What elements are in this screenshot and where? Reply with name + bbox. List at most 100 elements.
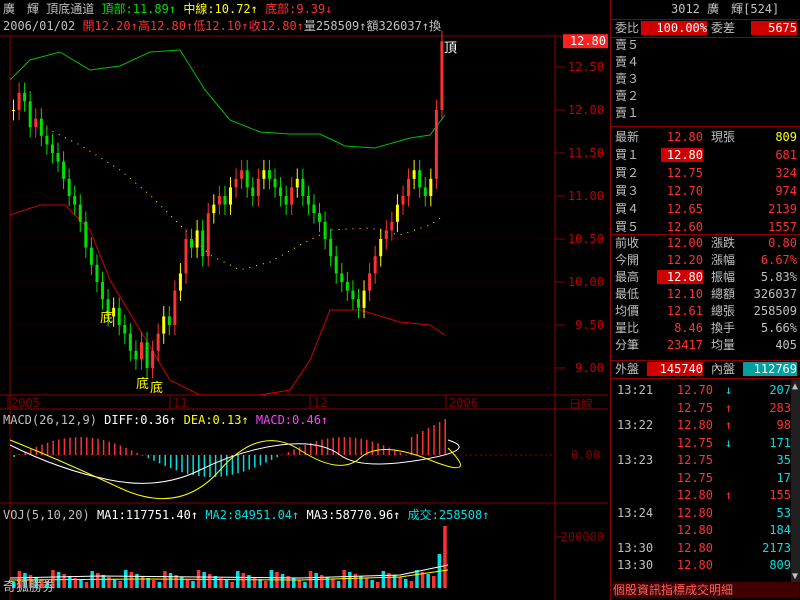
volume-bar (336, 581, 341, 588)
tick-volume: 2173 (762, 540, 791, 555)
candle-body (418, 170, 422, 188)
stock-code-name[interactable]: 3012 廣 輝[524] (671, 2, 779, 16)
candle-body (340, 273, 344, 282)
candle-body (251, 187, 255, 196)
macd-diff: DIFF:0.36↑ (104, 413, 177, 427)
volume-bar (404, 579, 408, 588)
tick-price: 12.80 (676, 418, 713, 432)
stat-value: 0.80 (768, 236, 797, 250)
volume-bar (252, 577, 257, 588)
sell-level-label: 賣４ (615, 55, 640, 69)
volume-bar (213, 576, 218, 588)
buy-level-label: 買５ (615, 220, 640, 234)
stat-label: 漲幅 (711, 253, 736, 267)
sell-level-label: 賣５ (615, 38, 640, 52)
divider (611, 234, 800, 235)
current-volume-label: 現張 (711, 130, 736, 144)
stat-value: 12.00 (666, 236, 703, 250)
candle-body (128, 333, 132, 351)
tick-time: 13:30 (617, 558, 654, 572)
candle-body (84, 221, 88, 248)
weicha-value: 5675 (751, 21, 797, 35)
stat-value: 23417 (666, 338, 703, 352)
weibi-value: 100.00% (641, 21, 707, 35)
tick-direction-icon: ↑ (725, 418, 733, 432)
volume-bar (247, 575, 251, 588)
buy-level-label: 買２ (615, 166, 640, 180)
top-line-label: 頂部:11.89↑ (101, 2, 177, 16)
candle-body (184, 239, 188, 274)
scroll-up-icon[interactable]: ▲ (792, 380, 798, 394)
candle-body (50, 144, 54, 153)
candle-body (39, 118, 43, 136)
vol-ma3: MA3:58770.96↑ (306, 508, 401, 522)
candle-body (295, 178, 299, 188)
volume-bar (96, 573, 100, 588)
stat-label: 最低 (615, 287, 640, 301)
candle-body (139, 342, 143, 360)
candle-body (23, 92, 27, 102)
volume-bar (112, 579, 117, 588)
candle-body (56, 153, 60, 162)
candle-body (201, 230, 205, 257)
stock-terminal: 12.50 12.00 11.50 11.00 10.50 10.00 9.50 9.00 12… (0, 0, 800, 600)
volume-bar (101, 575, 106, 588)
macd-header: MACD(26,12,9) DIFF:0.36↑ DEA:0.13↑ MACD:… (3, 413, 328, 427)
candle-body (440, 41, 444, 111)
channel-top-line (9, 49, 446, 149)
candle-body (373, 256, 377, 274)
volume-bar (264, 581, 268, 588)
price-tick-label: 9.50 (575, 318, 604, 332)
candle-body (306, 196, 310, 205)
stat-label: 前收 (615, 236, 640, 250)
sell-level-label: 賣２ (615, 89, 640, 103)
stat-value: 12.10 (666, 287, 703, 301)
volume-bar (297, 580, 302, 588)
tick-time: 13:23 (617, 453, 654, 467)
weibi-label: 委比 (615, 21, 640, 35)
stat-label: 均價 (615, 304, 640, 318)
candle-body (173, 290, 177, 325)
candle-body (312, 204, 316, 214)
last-price-value: 12.80 (666, 130, 703, 144)
inner-volume-value: 112769 (743, 362, 797, 376)
candle-body (123, 325, 127, 334)
volume-bar (370, 580, 374, 588)
bottom-tab-strip[interactable]: 個股資訊指標成交明細 (613, 582, 799, 598)
stat-label: 換手 (711, 321, 736, 335)
stock-name: 廣 輝 (3, 2, 40, 16)
candle-body (256, 178, 260, 196)
candle-body (229, 187, 232, 205)
buy-level-volume: 1557 (768, 220, 797, 234)
volume-bar (191, 581, 195, 588)
volume-bar (84, 582, 89, 588)
tick-price: 12.80 (676, 505, 713, 520)
macd-title[interactable]: MACD(26,12,9) (3, 413, 97, 427)
stat-label: 振幅 (711, 270, 736, 284)
candle-body (318, 213, 322, 222)
candle-body (384, 230, 388, 239)
candle-body (78, 204, 82, 222)
top-marker: 頂 (444, 41, 457, 56)
volume-bar (331, 579, 335, 588)
bar-amount: 額326037↑ (366, 19, 430, 33)
tick-scrollbar[interactable] (791, 380, 800, 582)
volume-bar (107, 577, 111, 588)
candle-body (212, 204, 216, 214)
candle-body (95, 264, 99, 282)
divider (611, 360, 800, 361)
stat-label: 分筆 (615, 338, 640, 352)
bar-info-header: 2006/01/02 開12.20↑高12.80↑低12.10↑收12.80↑量… (3, 19, 441, 33)
outer-volume-label: 外盤 (615, 362, 640, 376)
macd-dea-line (9, 439, 461, 500)
volume-bar (420, 572, 425, 588)
candle-body (156, 333, 160, 351)
sell-level-label: 賣１ (615, 106, 640, 120)
candle-body (134, 350, 138, 360)
candle-body (262, 170, 266, 179)
time-axis-label: 12 (313, 396, 327, 410)
stat-value: 12.80 (657, 270, 703, 284)
indicator-name[interactable]: 頂底通道 (46, 2, 94, 16)
candle-body (101, 282, 105, 300)
vol-title[interactable]: VOJ(5,10,20) (3, 508, 90, 522)
